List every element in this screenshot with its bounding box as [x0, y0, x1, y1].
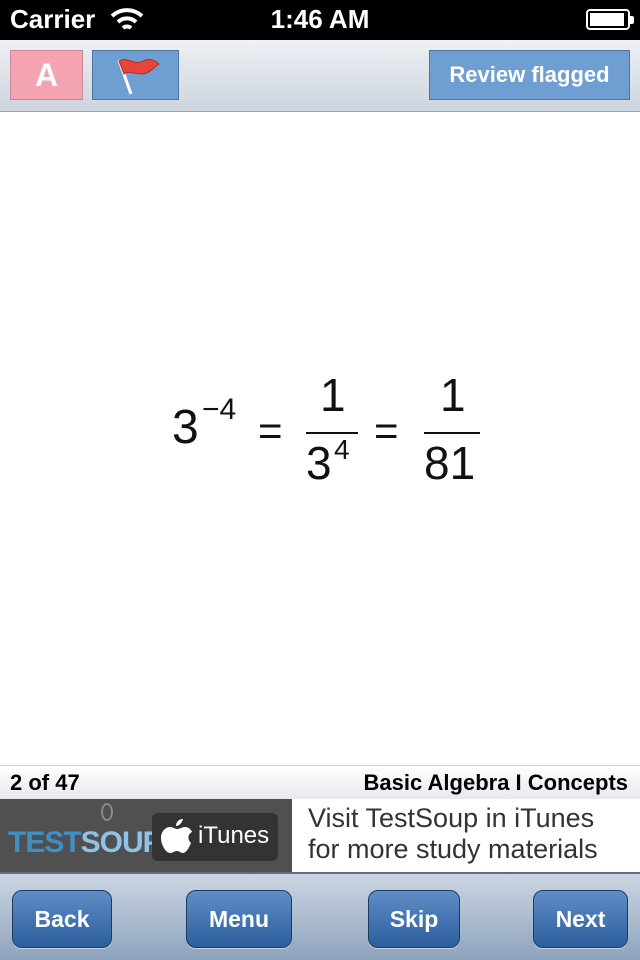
status-bar: Carrier 1:46 AM: [0, 0, 640, 40]
card-info-bar: 2 of 47 Basic Algebra I Concepts: [0, 765, 640, 799]
steam-icon: [101, 803, 113, 821]
fraction-2-numerator: 1: [440, 369, 466, 421]
equals-sign-2: =: [374, 407, 399, 454]
flag-icon: [117, 59, 160, 95]
skip-button[interactable]: Skip: [368, 890, 460, 948]
math-equation: 3 −4 = 1 3 4 = 1 81: [172, 369, 480, 489]
ad-text: Visit TestSoup in iTunes for more study …: [308, 803, 640, 865]
fraction-1-numerator: 1: [320, 369, 346, 421]
itunes-badge: iTunes: [152, 813, 278, 861]
review-flagged-button[interactable]: Review flagged: [429, 50, 630, 100]
fraction-1-denominator-exponent: 4: [334, 434, 350, 465]
deck-title: Basic Algebra I Concepts: [363, 770, 628, 795]
fraction-1-denominator-base: 3: [306, 437, 332, 489]
card-progress: 2 of 47: [10, 770, 80, 795]
top-toolbar: A Review flagged: [0, 40, 640, 112]
itunes-label: iTunes: [198, 822, 270, 849]
battery-icon: [586, 9, 634, 30]
logo-test-text: TEST: [8, 826, 82, 859]
equals-sign-1: =: [258, 407, 283, 454]
battery-level: [590, 13, 624, 26]
clock: 1:46 AM: [270, 4, 370, 34]
ad-banner[interactable]: TESTSOUP iTunes Visit TestSoup in iTunes…: [0, 799, 640, 872]
ad-logo-panel: TESTSOUP iTunes: [0, 799, 292, 872]
logo-soup-text: SOUP: [80, 826, 163, 859]
equation-base: 3: [172, 401, 199, 454]
ad-line-2: for more study materials: [308, 834, 598, 864]
equation-exponent: −4: [202, 393, 236, 426]
menu-button[interactable]: Menu: [186, 890, 292, 948]
ad-line-1: Visit TestSoup in iTunes: [308, 803, 595, 833]
flag-button[interactable]: [92, 50, 179, 100]
fraction-2-denominator: 81: [424, 437, 475, 489]
bottom-navigation: Back Menu Skip Next: [0, 872, 640, 960]
testsoup-logo: TESTSOUP: [8, 826, 163, 860]
back-button[interactable]: Back: [12, 890, 112, 948]
font-size-button[interactable]: A: [10, 50, 83, 100]
apple-icon: [161, 819, 192, 853]
next-button[interactable]: Next: [533, 890, 628, 948]
